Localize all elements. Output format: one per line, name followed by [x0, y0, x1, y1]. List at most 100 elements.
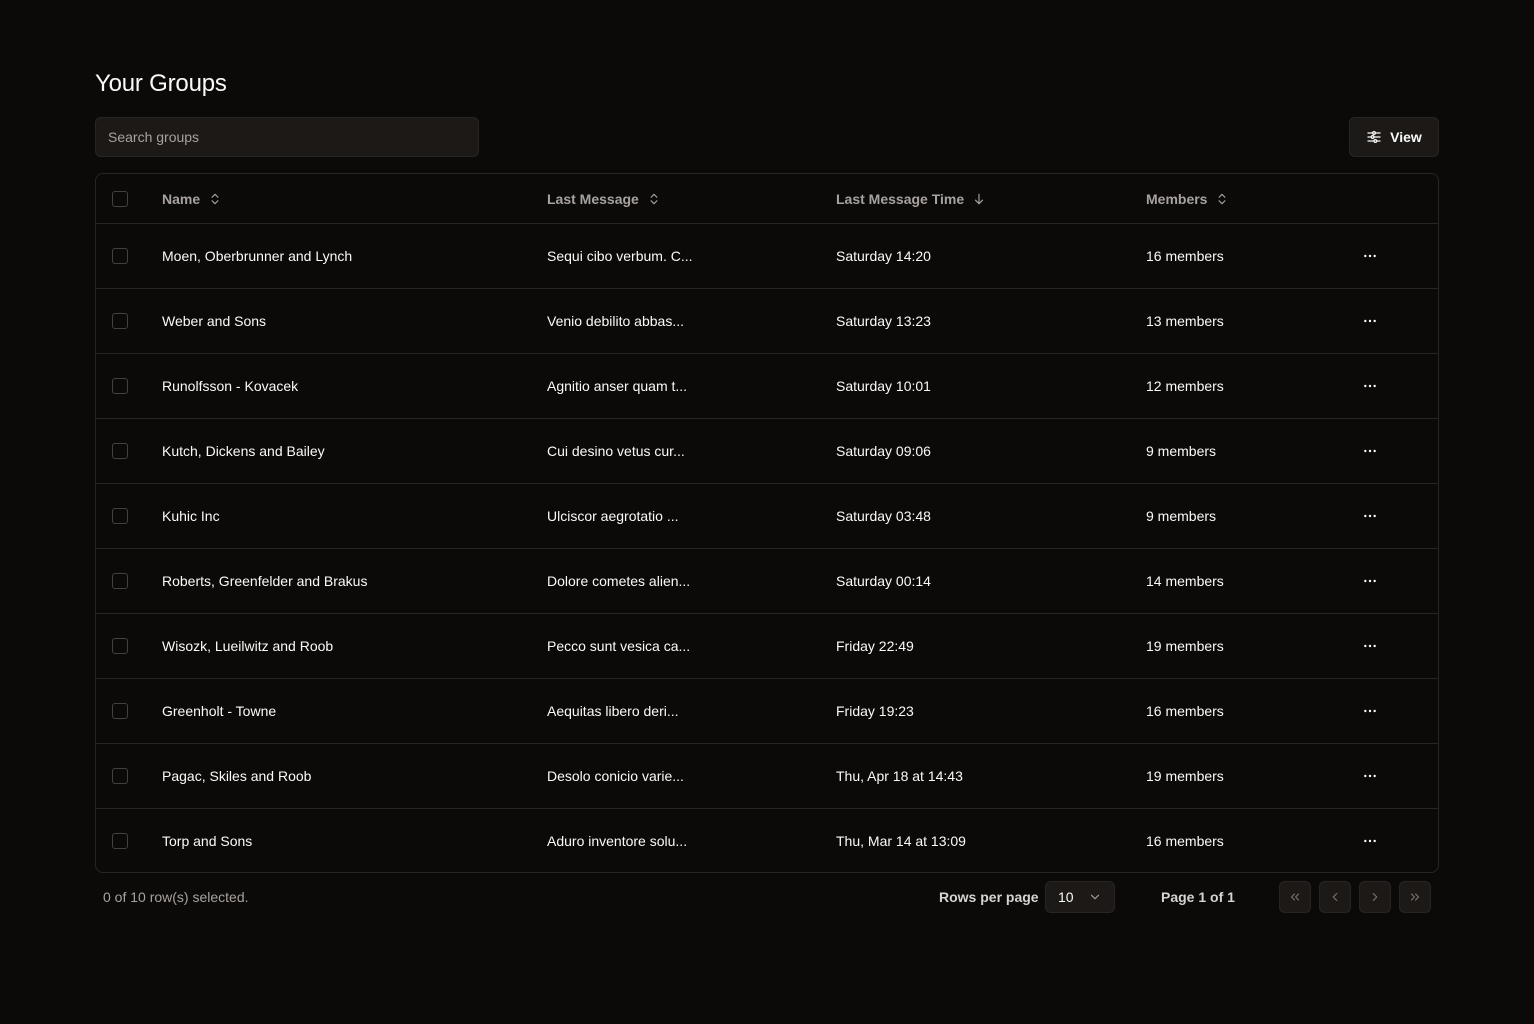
rows-per-page-value: 10	[1058, 889, 1074, 905]
first-page-button[interactable]	[1279, 881, 1311, 913]
column-header-name: Name	[162, 190, 201, 207]
last-message: Cui desino vetus cur...	[547, 443, 685, 459]
member-count: 12 members	[1146, 378, 1224, 394]
column-header-last-message: Last Message	[547, 190, 639, 207]
group-name: Kutch, Dickens and Bailey	[162, 443, 325, 459]
last-message-time: Friday 22:49	[836, 638, 914, 654]
row-actions-button[interactable]	[1354, 825, 1386, 857]
more-horizontal-icon	[1364, 449, 1376, 453]
row-checkbox[interactable]	[112, 573, 128, 589]
member-count: 16 members	[1146, 248, 1224, 264]
select-all-checkbox[interactable]	[112, 190, 128, 207]
member-count: 9 members	[1146, 508, 1217, 524]
view-button[interactable]: View	[1349, 117, 1439, 157]
member-count: 16 members	[1146, 703, 1224, 719]
more-horizontal-icon	[1364, 709, 1376, 713]
row-checkbox[interactable]	[112, 833, 128, 849]
last-message: Venio debilito abbas...	[547, 313, 684, 329]
last-message-time: Saturday 13:23	[836, 313, 931, 329]
row-actions-button[interactable]	[1354, 305, 1386, 337]
row-checkbox[interactable]	[112, 768, 128, 784]
row-actions-button[interactable]	[1354, 435, 1386, 467]
chevron-down-icon	[1090, 894, 1100, 900]
column-header-members: Members	[1146, 190, 1208, 207]
chevrons-left-icon	[1290, 893, 1300, 901]
member-count: 9 members	[1146, 443, 1217, 459]
sort-members-button[interactable]: Members	[1146, 191, 1229, 207]
last-message: Aequitas libero deri...	[547, 703, 679, 719]
sort-last-message-button[interactable]: Last Message	[547, 191, 661, 207]
member-count: 19 members	[1146, 768, 1224, 784]
row-checkbox[interactable]	[112, 443, 128, 459]
table-header: Name Last Message Last Message Time Memb…	[96, 174, 1438, 224]
last-message: Pecco sunt vesica ca...	[547, 638, 691, 654]
last-message-time: Saturday 09:06	[836, 443, 931, 459]
sort-last-message-time-button[interactable]: Last Message Time	[836, 191, 986, 207]
more-horizontal-icon	[1364, 774, 1376, 778]
sliders-icon	[1367, 131, 1381, 143]
last-message: Aduro inventore solu...	[547, 833, 688, 849]
group-name: Roberts, Greenfelder and Brakus	[162, 573, 368, 589]
chevrons-up-down-icon	[211, 193, 219, 204]
member-count: 16 members	[1146, 833, 1224, 849]
sort-name-button[interactable]: Name	[162, 191, 222, 207]
last-message-time: Friday 19:23	[836, 703, 914, 719]
view-button-label: View	[1390, 129, 1422, 145]
table-row: Pagac, Skiles and Roob Desolo conicio va…	[96, 744, 1438, 809]
last-message: Ulciscor aegrotatio ...	[547, 508, 679, 524]
row-actions-button[interactable]	[1354, 565, 1386, 597]
row-actions-button[interactable]	[1354, 370, 1386, 402]
more-horizontal-icon	[1364, 319, 1376, 323]
page-indicator: Page 1 of 1	[1161, 889, 1235, 905]
group-name: Greenholt - Towne	[162, 703, 277, 719]
next-page-button[interactable]	[1359, 881, 1391, 913]
row-checkbox[interactable]	[112, 703, 128, 719]
rows-per-page-select[interactable]: 10	[1045, 881, 1115, 913]
row-actions-button[interactable]	[1354, 500, 1386, 532]
more-horizontal-icon	[1364, 839, 1376, 843]
table-footer: 0 of 10 row(s) selected. Rows per page 1…	[95, 881, 1439, 913]
group-name: Pagac, Skiles and Roob	[162, 768, 312, 784]
row-actions-button[interactable]	[1354, 630, 1386, 662]
more-horizontal-icon	[1364, 579, 1376, 583]
row-checkbox[interactable]	[112, 638, 128, 654]
row-checkbox[interactable]	[112, 378, 128, 394]
row-checkbox[interactable]	[112, 508, 128, 524]
last-message-time: Saturday 00:14	[836, 573, 931, 589]
table-body: Moen, Oberbrunner and Lynch Sequi cibo v…	[96, 224, 1438, 872]
chevron-left-icon	[1332, 892, 1338, 902]
table-row: Kutch, Dickens and Bailey Cui desino vet…	[96, 419, 1438, 484]
last-page-button[interactable]	[1399, 881, 1431, 913]
search-input[interactable]	[95, 117, 479, 157]
table-row: Runolfsson - Kovacek Agnitio anser quam …	[96, 354, 1438, 419]
row-actions-button[interactable]	[1354, 695, 1386, 727]
last-message: Dolore cometes alien...	[547, 573, 691, 589]
row-checkbox[interactable]	[112, 248, 128, 264]
previous-page-button[interactable]	[1319, 881, 1351, 913]
group-name: Runolfsson - Kovacek	[162, 378, 299, 394]
group-name: Moen, Oberbrunner and Lynch	[162, 248, 353, 264]
chevrons-right-icon	[1410, 893, 1420, 901]
row-checkbox[interactable]	[112, 313, 128, 329]
group-name: Wisozk, Lueilwitz and Roob	[162, 638, 334, 654]
more-horizontal-icon	[1364, 384, 1376, 388]
member-count: 13 members	[1146, 313, 1224, 329]
selected-rows-count: 0 of 10 row(s) selected.	[103, 889, 249, 905]
chevrons-up-down-icon	[650, 193, 658, 204]
table-row: Roberts, Greenfelder and Brakus Dolore c…	[96, 549, 1438, 614]
last-message-time: Thu, Mar 14 at 13:09	[836, 833, 966, 849]
table-row: Kuhic Inc Ulciscor aegrotatio ... Saturd…	[96, 484, 1438, 549]
table-row: Torp and Sons Aduro inventore solu... Th…	[96, 809, 1438, 872]
row-actions-button[interactable]	[1354, 760, 1386, 792]
last-message: Desolo conicio varie...	[547, 768, 684, 784]
row-actions-button[interactable]	[1354, 240, 1386, 272]
group-name: Weber and Sons	[162, 313, 267, 329]
column-header-last-message-time: Last Message Time	[836, 190, 965, 207]
last-message: Sequi cibo verbum. C...	[547, 248, 693, 264]
rows-per-page-label: Rows per page	[939, 889, 1039, 905]
table-row: Moen, Oberbrunner and Lynch Sequi cibo v…	[96, 224, 1438, 289]
chevrons-up-down-icon	[1218, 193, 1226, 204]
group-name: Kuhic Inc	[162, 508, 220, 524]
table-row: Wisozk, Lueilwitz and Roob Pecco sunt ve…	[96, 614, 1438, 679]
member-count: 14 members	[1146, 573, 1224, 589]
